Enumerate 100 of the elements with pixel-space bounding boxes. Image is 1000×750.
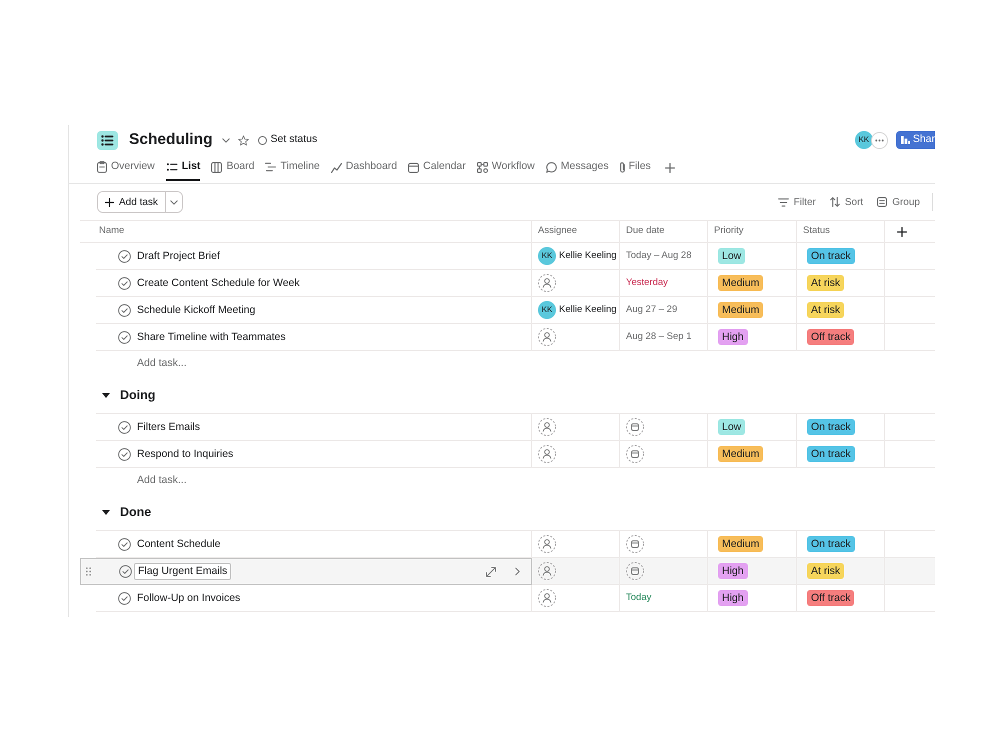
task-name[interactable]: Content Schedule [133,536,224,553]
due-date[interactable]: Today – Aug 28 [626,248,692,264]
user-avatar[interactable]: KK [854,131,873,149]
status-tag[interactable]: On track [807,248,855,264]
check-circle-icon[interactable] [119,565,132,578]
priority-tag[interactable]: Medium [718,302,764,318]
set-status-button[interactable]: Set status [258,132,318,148]
group-icon [877,197,888,207]
priority-tag[interactable]: Medium [718,536,764,552]
add-task-button[interactable]: Add task... [137,356,187,372]
check-circle-icon[interactable] [118,421,131,434]
add-task-menu-button[interactable] [164,192,182,212]
calendar-placeholder-icon[interactable] [626,445,644,463]
person-placeholder-icon[interactable] [538,589,556,607]
person-placeholder-icon[interactable] [538,328,556,346]
priority-tag[interactable]: High [718,329,748,345]
column-header: Priority [714,224,744,238]
tab[interactable]: Workflow [476,155,535,181]
due-date[interactable]: Aug 27 – 29 [626,302,678,318]
tab[interactable]: Board [211,155,254,181]
star-icon[interactable] [238,134,249,146]
status-tag[interactable]: Off track [807,329,854,345]
chevron-down-icon [170,200,178,204]
project-list-icon[interactable] [97,130,118,150]
task-name[interactable]: Respond to Inquiries [133,446,238,463]
status-tag[interactable]: On track [807,536,855,552]
priority-tag[interactable]: Medium [718,446,764,462]
more-icon[interactable] [870,132,888,148]
check-circle-icon[interactable] [118,250,131,263]
check-circle-icon[interactable] [118,592,131,605]
due-date[interactable]: Aug 28 – Sep 1 [626,330,692,344]
priority-tag[interactable]: High [718,590,748,606]
task-row[interactable]: Flag Urgent Emails High At risk [80,558,935,585]
status-tag[interactable]: On track [807,419,855,435]
assignee-avatar: KK [538,301,556,319]
task-name[interactable]: Create Content Schedule for Week [133,275,304,292]
calendar-placeholder-icon[interactable] [626,562,644,580]
tab[interactable]: Overview [97,155,155,181]
check-circle-icon[interactable] [118,304,131,317]
priority-tag[interactable]: Low [718,248,746,264]
check-circle-icon[interactable] [118,448,131,461]
priority-tag[interactable]: High [718,563,748,579]
tab[interactable]: Files [620,155,651,181]
due-date[interactable]: Today [626,590,652,606]
status-tag[interactable]: At risk [807,563,844,579]
status-tag[interactable]: At risk [807,302,844,318]
tab[interactable]: Dashboard [330,155,398,181]
column-header: Status [803,224,830,238]
check-circle-icon[interactable] [118,538,131,551]
task-name[interactable]: Filters Emails [133,419,204,436]
person-placeholder-icon[interactable] [538,562,556,580]
tab[interactable]: Timeline [265,155,320,181]
status-tag[interactable]: At risk [807,275,844,291]
sort-icon [830,197,840,207]
person-placeholder-icon[interactable] [538,445,556,463]
paperclip-icon [620,162,625,172]
diagonal-arrows-icon[interactable] [486,566,496,576]
task-name[interactable]: Share Timeline with Teammates [133,329,290,346]
tab[interactable]: List [166,155,200,181]
assignee-name[interactable]: Kellie Keeling [559,302,617,318]
task-name[interactable]: Follow-Up on Invoices [133,590,244,607]
chevron-right-icon[interactable] [515,567,520,576]
caret-down-icon[interactable] [102,510,110,514]
section-title: Doing [120,386,156,404]
task-name[interactable]: Flag Urgent Emails [134,563,232,580]
group-button[interactable]: Group [877,194,920,210]
person-placeholder-icon[interactable] [538,418,556,436]
plus-icon[interactable] [897,226,907,236]
tab[interactable]: Calendar [408,155,466,181]
assignee-name[interactable]: Kellie Keeling [559,248,617,264]
person-placeholder-icon[interactable] [538,274,556,292]
sort-button[interactable]: Sort [830,194,864,210]
section-title: Done [120,504,152,521]
task-name[interactable]: Draft Project Brief [133,248,224,265]
assignee-avatar: KK [538,247,556,265]
calendar-placeholder-icon[interactable] [626,535,644,553]
caret-down-icon[interactable] [102,392,110,398]
person-placeholder-icon[interactable] [538,535,556,553]
bar-chart-icon [900,136,910,144]
list-icon [166,162,178,172]
project-title: Scheduling [129,130,213,150]
calendar-placeholder-icon[interactable] [626,418,644,436]
calendar-icon [408,162,420,172]
filter-button[interactable]: Filter [778,194,816,210]
due-date[interactable]: Yesterday [626,276,668,290]
chevron-down-icon[interactable] [222,138,230,142]
check-circle-icon[interactable] [118,331,131,344]
status-tag[interactable]: On track [807,446,855,462]
timeline-bars-icon [265,162,276,172]
check-circle-icon[interactable] [118,277,131,290]
tab[interactable]: Messages [546,155,609,181]
share-button[interactable]: Shar [896,131,935,149]
task-name[interactable]: Schedule Kickoff Meeting [133,302,260,319]
priority-tag[interactable]: Low [718,419,746,435]
status-tag[interactable]: Off track [807,590,854,606]
add-task-button[interactable]: Add task... [137,473,187,489]
column-header: Name [99,224,124,238]
circle-icon [258,136,267,144]
priority-tag[interactable]: Medium [718,275,764,291]
drag-handle-icon[interactable] [86,567,91,576]
